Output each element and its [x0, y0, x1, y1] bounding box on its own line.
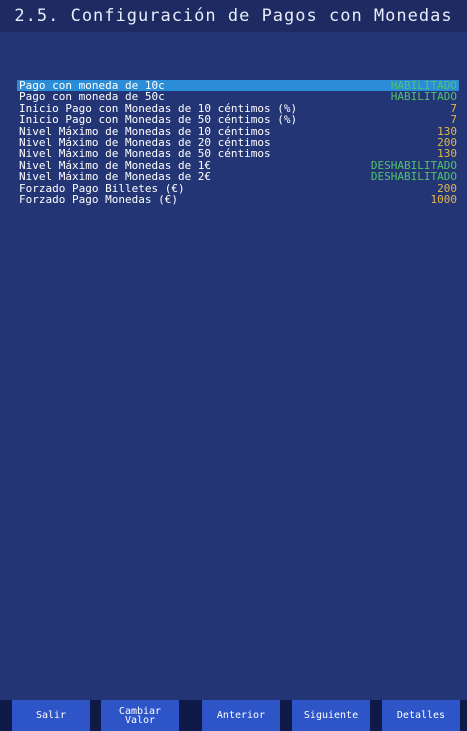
details-button[interactable]: Detalles — [382, 700, 460, 731]
page-title: 2.5. Configuración de Pagos con Monedas — [0, 0, 467, 32]
softkey-bar: Salir Cambiar Valor Anterior Siguiente D… — [0, 700, 467, 731]
setting-row-force-coins[interactable]: Forzado Pago Monedas (€) 1000 — [17, 192, 459, 206]
setting-value: DESHABILITADO — [370, 170, 457, 184]
setting-value: HABILITADO — [390, 90, 457, 104]
previous-button[interactable]: Anterior — [202, 700, 280, 731]
setting-label: Nivel Máximo de Monedas de 2€ — [19, 170, 212, 184]
next-button[interactable]: Siguiente — [292, 700, 370, 731]
change-value-button[interactable]: Cambiar Valor — [101, 700, 179, 731]
setting-row-max-2eur[interactable]: Nivel Máximo de Monedas de 2€ DESHABILIT… — [17, 170, 459, 184]
setting-label: Inicio Pago con Monedas de 50 céntimos (… — [19, 113, 298, 127]
setting-value: 7 — [450, 113, 457, 127]
settings-list: Pago con moneda de 10c HABILITADO Pago c… — [17, 80, 459, 205]
exit-button[interactable]: Salir — [12, 700, 90, 731]
setting-row-start-50c[interactable]: Inicio Pago con Monedas de 50 céntimos (… — [17, 113, 459, 127]
setting-label: Forzado Pago Monedas (€) — [19, 192, 178, 206]
setting-value: 1000 — [430, 192, 458, 206]
